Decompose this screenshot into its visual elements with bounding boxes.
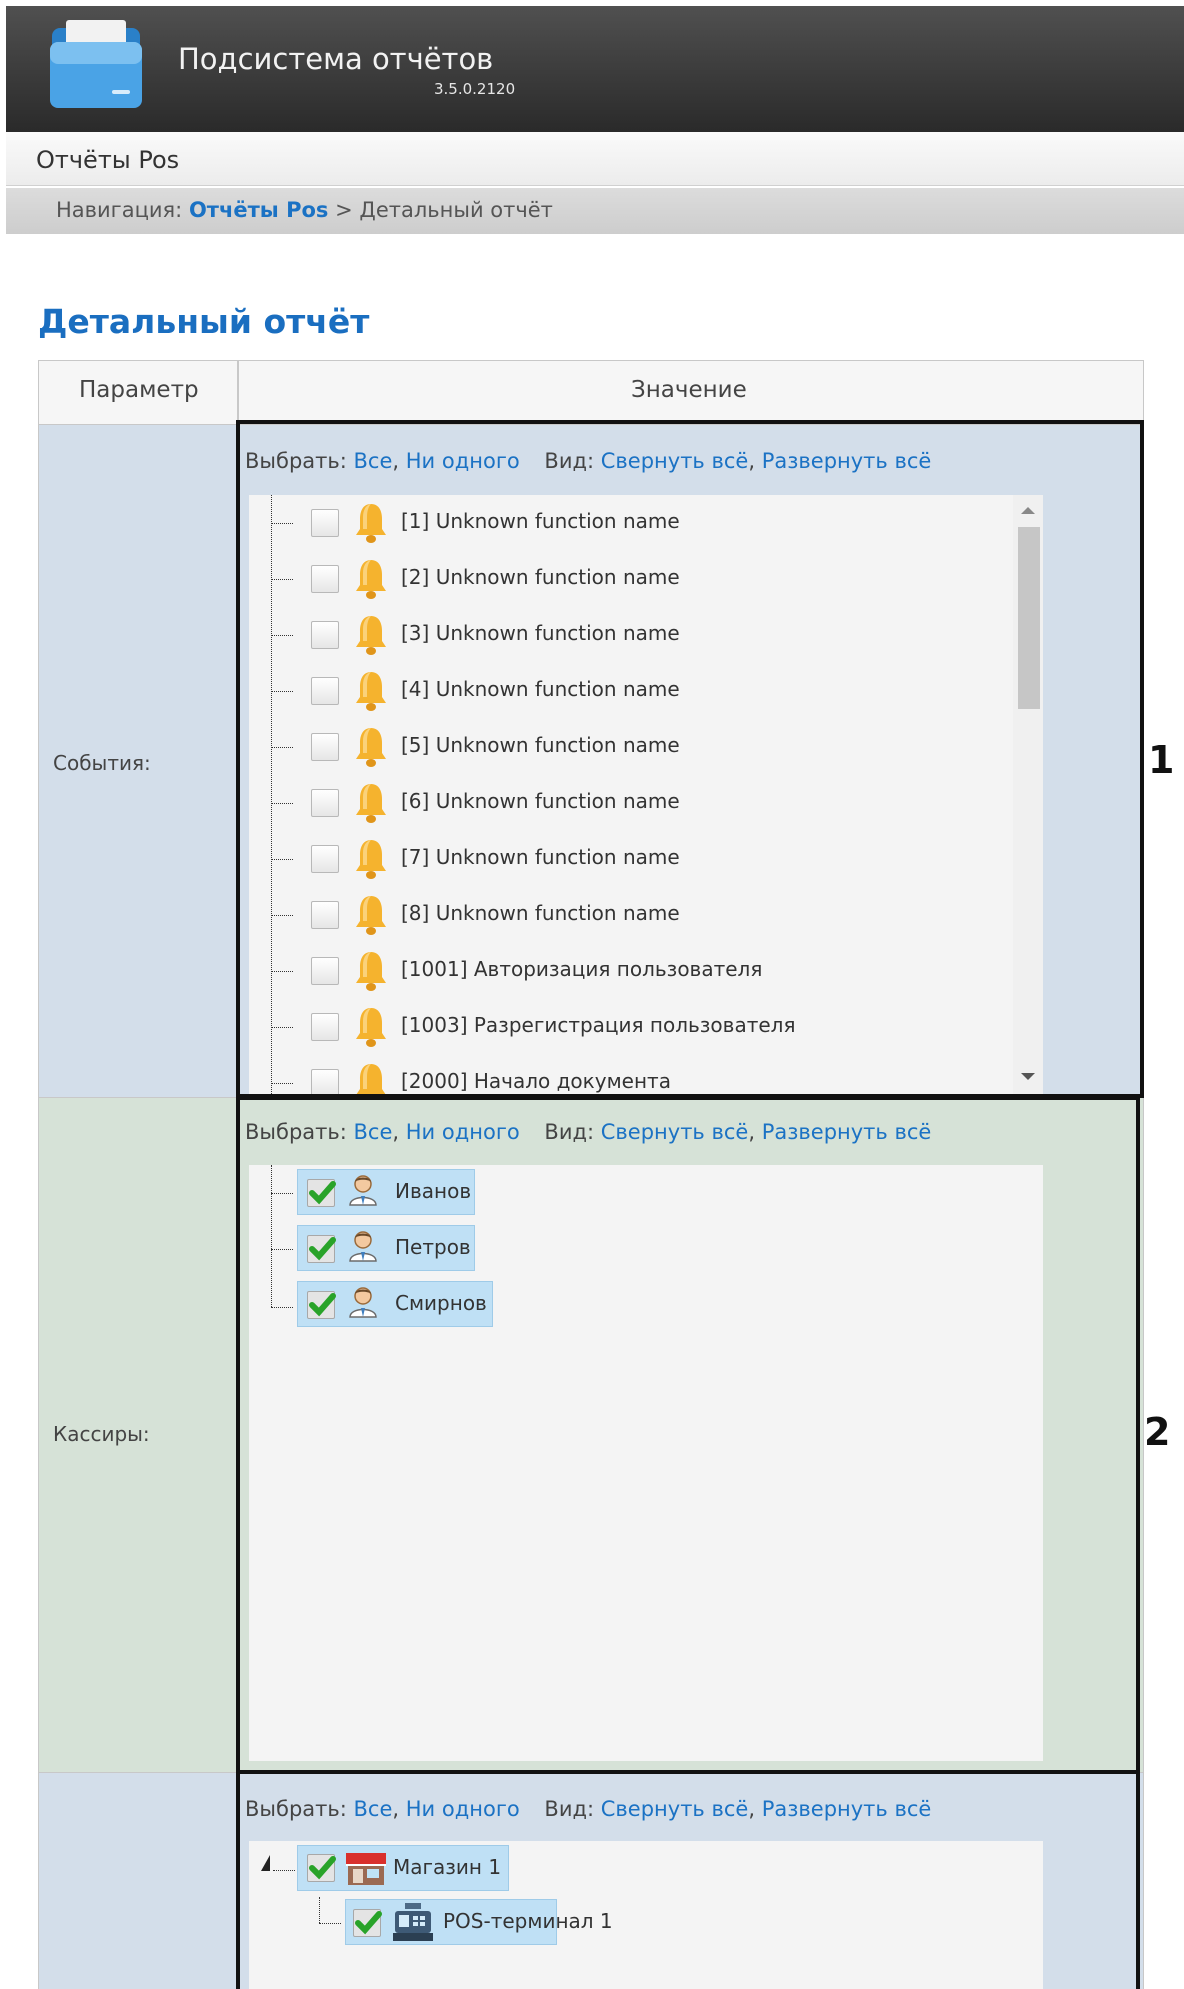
annotation-frame-3: [236, 1770, 1140, 1989]
header-param: Параметр: [79, 377, 199, 403]
breadcrumb-prefix: Навигация:: [56, 198, 183, 222]
folder-logo-icon: [50, 20, 142, 108]
cashiers-label: Кассиры:: [53, 1422, 150, 1446]
breadcrumb-current: Детальный отчёт: [359, 198, 553, 222]
header-value: Значение: [631, 377, 747, 403]
breadcrumb-link-pos-reports[interactable]: Отчёты Pos: [189, 198, 328, 222]
annotation-number-1: 1: [1148, 738, 1175, 782]
events-label: События:: [53, 751, 151, 775]
breadcrumb-separator: >: [335, 198, 353, 222]
annotation-frame-2: [236, 1096, 1140, 1774]
page-title: Детальный отчёт: [38, 302, 370, 341]
table-header: Параметр Значение: [39, 360, 1143, 424]
app-header: Подсистема отчётов 3.5.0.2120: [6, 6, 1184, 132]
app-title: Подсистема отчётов: [178, 42, 494, 76]
annotation-frame-1: [236, 420, 1144, 1098]
menu-item-pos-reports[interactable]: Отчёты Pos: [36, 146, 179, 174]
breadcrumb: Навигация: Отчёты Pos > Детальный отчёт: [6, 188, 1184, 234]
app-version: 3.5.0.2120: [434, 80, 516, 98]
annotation-number-2: 2: [1144, 1410, 1171, 1454]
menu-bar: Отчёты Pos: [6, 132, 1184, 186]
